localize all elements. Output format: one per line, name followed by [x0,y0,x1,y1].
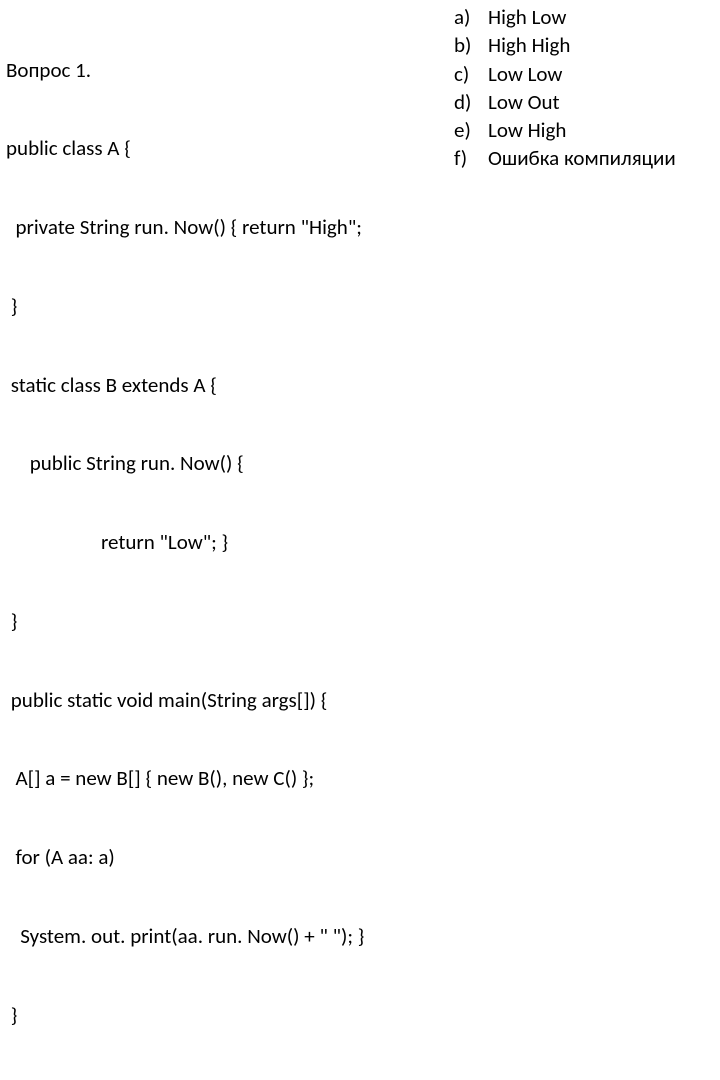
answer-label: d) [454,89,488,115]
question-title: Вопрос 1. [6,57,446,83]
answer-label: a) [454,4,488,30]
question-column: Вопрос 1. public class A { private Strin… [6,4,446,536]
code-line: System. out. print(aa. run. Now() + " ")… [6,923,446,949]
answer-option: d) Low Out [454,89,714,115]
answer-label: f) [454,145,488,171]
code-line: } [6,293,446,319]
answer-text: High Low [488,4,714,30]
code-line: A[] a = new B[] { new B(), new C() }; [6,765,446,791]
code-line: public static void main(String args[]) { [6,687,446,713]
answer-label: e) [454,117,488,143]
code-line: public class A { [6,135,446,161]
answer-text: Low Out [488,89,714,115]
answer-text: Low High [488,117,714,143]
answer-text: Ошибка компиляции [488,145,714,171]
answer-option: b) High High [454,32,714,58]
answer-text: High High [488,32,714,58]
answer-label: c) [454,61,488,87]
answer-option: e) Low High [454,117,714,143]
code-line: } [6,608,446,634]
answer-label: b) [454,32,488,58]
answer-option: a) High Low [454,4,714,30]
code-line: } [6,1002,446,1028]
answers-column: a) High Low b) High High c) Low Low d) L… [446,4,714,536]
answer-option: f) Ошибка компиляции [454,145,714,171]
code-line: return "Low"; } [6,529,446,555]
code-line: private String run. Now() { return "High… [6,214,446,240]
code-line: for (A aa: a) [6,844,446,870]
answer-text: Low Low [488,61,714,87]
code-line: public String run. Now() { [6,450,446,476]
answer-option: c) Low Low [454,61,714,87]
code-line: static class B extends A { [6,372,446,398]
